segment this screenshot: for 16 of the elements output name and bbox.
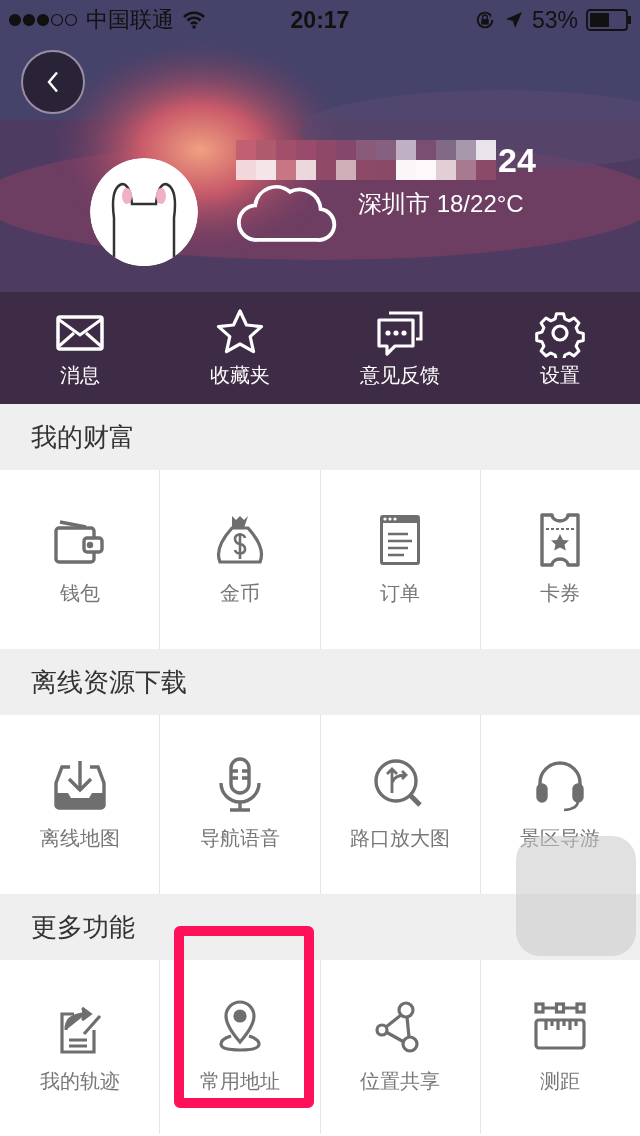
section-header: 我的财富 <box>0 404 640 470</box>
favorites-button[interactable]: 收藏夹 <box>160 292 320 404</box>
section-header: 离线资源下载 <box>0 649 640 715</box>
messages-button[interactable]: 消息 <box>0 292 160 404</box>
carrier-name: 中国联通 <box>86 6 174 34</box>
back-chevron-icon <box>45 69 61 95</box>
feedback-button[interactable]: 意见反馈 <box>320 292 480 404</box>
battery-percentage: 53% <box>531 6 578 34</box>
battery-icon <box>586 9 632 31</box>
settings-button[interactable]: 设置 <box>480 292 640 404</box>
user-name: 24 <box>498 140 536 180</box>
section-header: 更多功能 <box>0 894 640 960</box>
wifi-icon <box>182 11 206 29</box>
signal-icon <box>8 13 78 27</box>
status-time: 20:17 <box>290 6 350 34</box>
weather-text: 深圳市 18/22°C <box>358 189 524 219</box>
